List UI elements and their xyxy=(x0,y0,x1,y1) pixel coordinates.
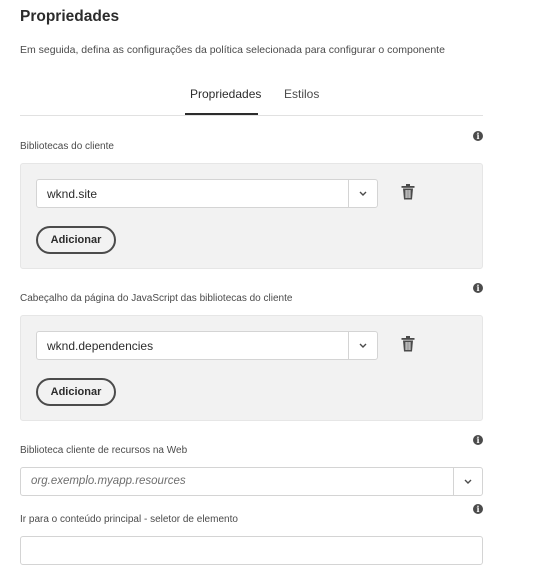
add-client-library-button[interactable]: Adicionar xyxy=(36,226,116,254)
chevron-down-icon[interactable] xyxy=(348,332,377,359)
client-library-combobox[interactable]: wknd.site xyxy=(36,179,378,208)
tab-estilos[interactable]: Estilos xyxy=(284,87,319,101)
head-libraries-label: Cabeçalho da página do JavaScript das bi… xyxy=(20,293,293,304)
skip-to-main-label: Ir para o conteúdo principal - seletor d… xyxy=(20,514,238,525)
tab-bar: Propriedades Estilos xyxy=(20,78,483,116)
client-libraries-label: Bibliotecas do cliente xyxy=(20,141,114,152)
info-icon[interactable]: i xyxy=(473,131,483,141)
info-icon[interactable]: i xyxy=(473,504,483,514)
client-libraries-panel: wknd.site Adicionar xyxy=(20,163,483,269)
trash-icon[interactable] xyxy=(401,184,415,202)
head-libraries-panel: wknd.dependencies Adicionar xyxy=(20,315,483,421)
head-library-combobox[interactable]: wknd.dependencies xyxy=(36,331,378,360)
info-icon[interactable]: i xyxy=(473,283,483,293)
trash-icon[interactable] xyxy=(401,336,415,354)
head-library-value: wknd.dependencies xyxy=(47,339,154,353)
chevron-down-icon[interactable] xyxy=(348,180,377,207)
web-resources-placeholder: org.exemplo.myapp.resources xyxy=(31,475,186,487)
active-tab-indicator xyxy=(185,113,258,115)
page-title: Propriedades xyxy=(20,8,120,25)
chevron-down-icon[interactable] xyxy=(453,468,482,495)
tab-propriedades[interactable]: Propriedades xyxy=(190,87,261,101)
page-subtitle: Em seguida, defina as configurações da p… xyxy=(20,44,445,56)
client-library-value: wknd.site xyxy=(47,187,98,201)
web-resources-combobox[interactable]: org.exemplo.myapp.resources xyxy=(20,467,483,496)
skip-to-main-input[interactable] xyxy=(20,536,483,565)
web-resources-label: Biblioteca cliente de recursos na Web xyxy=(20,445,188,456)
info-icon[interactable]: i xyxy=(473,435,483,445)
add-head-library-button[interactable]: Adicionar xyxy=(36,378,116,406)
